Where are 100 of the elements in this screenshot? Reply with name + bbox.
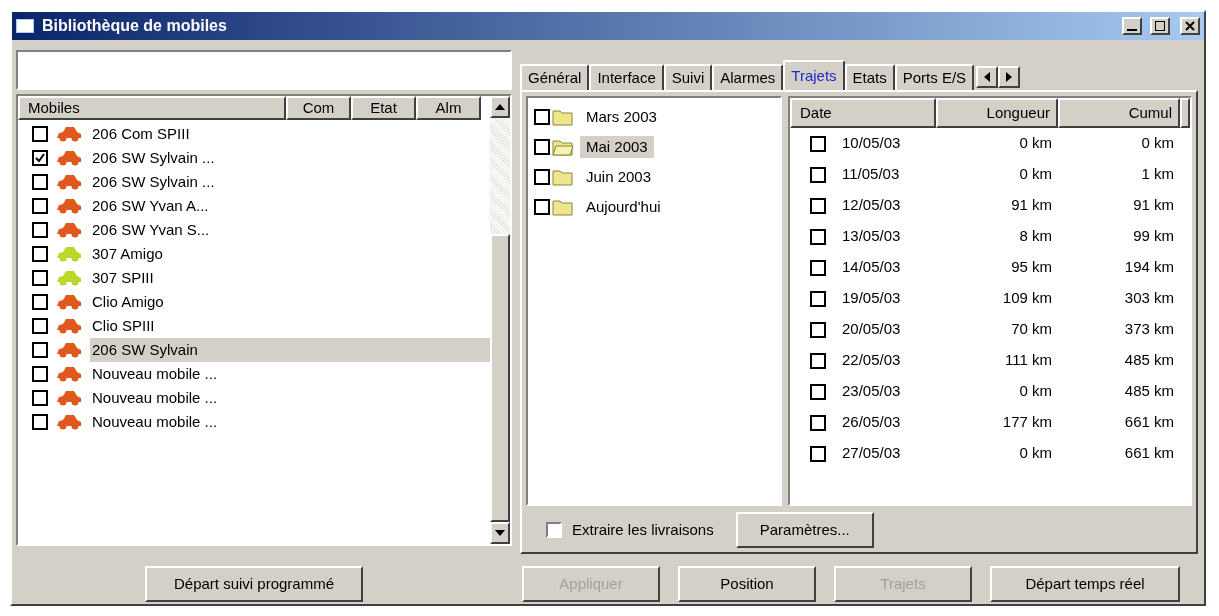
date-cell-text: 20/05/03 [842,319,902,340]
checkbox[interactable] [810,135,826,152]
checkbox[interactable] [32,270,48,286]
tab[interactable]: Suivi [663,64,713,90]
mobile-name[interactable]: 206 SW Sylvain ... [90,170,215,194]
checkbox[interactable] [32,246,48,262]
checkbox[interactable] [32,150,48,166]
length-cell-text: 91 km [1010,195,1053,216]
checkbox[interactable] [810,445,826,462]
checkbox[interactable] [32,366,48,382]
length-cell-text: 111 km [1004,350,1053,371]
mobile-name[interactable]: 206 SW Sylvain [90,338,490,362]
maximize-button[interactable] [1150,17,1170,35]
mobile-name[interactable]: 206 Com SPIII [90,122,190,146]
tab-scroll-left-button[interactable] [976,66,999,88]
total-cell-text: 0 km [1140,133,1175,154]
checkbox[interactable] [32,222,48,238]
folder-icon [552,168,574,186]
checkbox[interactable] [32,342,48,358]
left-arrow-icon [984,72,991,82]
checkbox[interactable] [32,294,48,310]
date-cell-text: 26/05/03 [842,412,902,433]
tab[interactable]: Etats [844,64,895,90]
checkbox[interactable] [32,126,48,142]
tab-scroll-right-button[interactable] [998,66,1021,88]
mobile-name[interactable]: Nouveau mobile ... [90,386,218,410]
checkbox[interactable] [534,139,550,155]
start-button[interactable]: Départ suivi programmé [145,566,363,602]
parameters-button[interactable]: Paramètres... [735,512,874,548]
column-header[interactable]: Com [286,96,351,120]
checkbox[interactable] [810,197,826,214]
action-button[interactable]: Position [678,566,816,602]
date-cell-text: 12/05/03 [842,195,902,216]
checkbox[interactable] [810,383,826,400]
mobile-name[interactable]: Clio SPIII [90,314,155,338]
tab[interactable]: Trajets [783,60,845,90]
column-header[interactable]: Cumul [1058,98,1180,128]
column-header[interactable]: Date [790,98,936,128]
date-cell-text: 10/05/03 [842,133,902,154]
scroll-down-button[interactable] [490,522,510,544]
checkbox[interactable] [32,390,48,406]
checkbox[interactable] [810,228,826,245]
mobile-name[interactable]: 307 SPIII [90,266,154,290]
checkbox[interactable] [534,109,550,125]
total-cell-text: 373 km [1123,319,1175,340]
column-header[interactable]: Mobiles [18,96,286,120]
tab[interactable]: Ports E/S [894,64,975,90]
date-cell-text: 23/05/03 [842,381,902,402]
minimize-button[interactable] [1122,17,1142,35]
open-folder-icon [552,138,574,156]
checkbox[interactable] [810,290,826,307]
total-cell-text: 1 km [1140,164,1175,185]
window-title: Bibliothèque de mobiles [42,16,228,36]
scrollbar-thumb[interactable] [490,234,510,522]
tab[interactable]: Interface [589,64,664,90]
total-cell-text: 485 km [1123,350,1175,371]
scrollbar[interactable] [490,96,510,544]
length-cell-text: 0 km [1018,381,1053,402]
checkbox[interactable] [32,174,48,190]
total-cell-text: 485 km [1123,381,1175,402]
tree-item[interactable]: Aujourd'hui [580,195,667,219]
total-cell-text: 303 km [1123,288,1175,309]
column-header[interactable]: Etat [351,96,416,120]
total-cell-text: 194 km [1123,257,1175,278]
right-arrow-icon [1006,72,1013,82]
mobile-name[interactable]: 206 SW Yvan S... [90,218,210,242]
tab[interactable]: Général [520,64,590,90]
total-cell-text: 661 km [1123,443,1175,464]
checkbox-label[interactable]: Extraire les livraisons [572,518,714,542]
mobile-name[interactable]: 307 Amigo [90,242,163,266]
checkbox[interactable] [810,414,826,431]
search-field[interactable] [16,50,512,90]
up-arrow-icon [495,104,505,110]
checkbox[interactable] [534,169,550,185]
checkbox[interactable] [32,198,48,214]
checkbox[interactable] [32,318,48,334]
close-button[interactable] [1180,17,1200,35]
tree-item[interactable]: Juin 2003 [580,165,658,189]
mobile-name[interactable]: Nouveau mobile ... [90,410,218,434]
checkbox[interactable] [810,321,826,338]
checkbox[interactable] [810,166,826,183]
checkbox[interactable] [546,522,562,538]
checkbox[interactable] [810,259,826,276]
checkbox[interactable] [534,199,550,215]
mobile-name[interactable]: 206 SW Yvan A... [90,194,209,218]
mobile-name[interactable]: 206 SW Sylvain ... [90,146,215,170]
length-cell-text: 0 km [1018,443,1053,464]
total-cell-text: 661 km [1123,412,1175,433]
checkbox[interactable] [810,352,826,369]
tree-item[interactable]: Mai 2003 [580,135,654,159]
mobile-name[interactable]: Clio Amigo [90,290,164,314]
column-header[interactable]: Alm [416,96,481,120]
action-button[interactable]: Départ temps réel [990,566,1180,602]
date-cell-text: 27/05/03 [842,443,902,464]
mobile-name[interactable]: Nouveau mobile ... [90,362,218,386]
length-cell-text: 109 km [1001,288,1053,309]
column-header[interactable]: Longueur [936,98,1058,128]
tree-item[interactable]: Mars 2003 [580,105,663,129]
checkbox[interactable] [32,414,48,430]
scroll-up-button[interactable] [490,96,510,118]
